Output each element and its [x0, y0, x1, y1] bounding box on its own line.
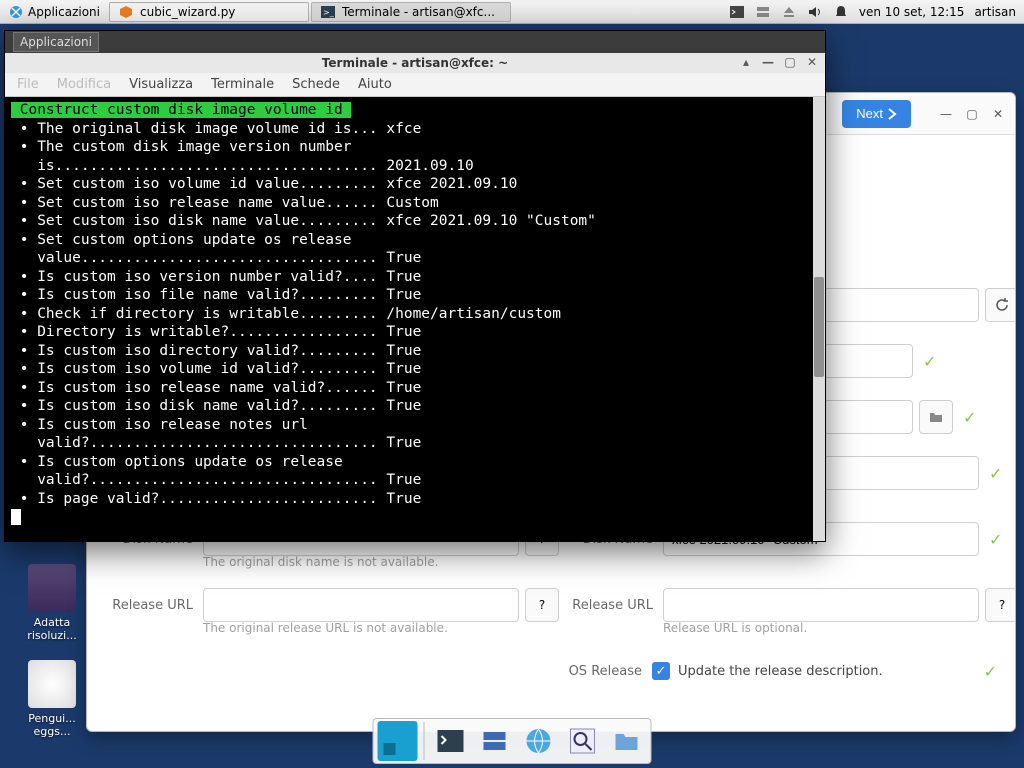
check-icon: ✓: [984, 662, 997, 681]
check-icon: ✓: [923, 352, 936, 371]
check-icon: ✓: [989, 464, 1002, 483]
desktop-icon-penguin[interactable]: Pengui... eggs...: [12, 660, 92, 738]
dock-files[interactable]: [475, 721, 515, 761]
terminal-window: Applicazioni Terminale - artisan@xfce: ~…: [4, 30, 826, 542]
minimize-button[interactable]: —: [939, 107, 953, 121]
taskbar-item-terminal[interactable]: >_ Terminale - artisan@xfc...: [311, 2, 511, 22]
scrollbar-thumb[interactable]: [814, 277, 824, 377]
tray-terminal-icon[interactable]: [729, 4, 745, 20]
refresh-button[interactable]: [985, 288, 1015, 322]
menu-aiuto[interactable]: Aiuto: [358, 77, 392, 92]
terminal-app-icon: [436, 726, 466, 756]
terminal-scrollbar[interactable]: [813, 97, 825, 541]
menu-schede[interactable]: Schede: [292, 77, 340, 92]
user-label[interactable]: artisan: [974, 5, 1016, 19]
os-release-label: OS Release: [554, 664, 644, 679]
taskbar-item-cubic[interactable]: cubic_wizard.py: [109, 2, 309, 22]
browse-button[interactable]: [919, 400, 953, 434]
close-button[interactable]: ✕: [805, 55, 819, 69]
applications-menu-button[interactable]: Applicazioni: [0, 0, 108, 23]
terminal-menubar: File Modifica Visualizza Terminale Sched…: [5, 73, 825, 97]
penguin-eggs-icon: [28, 660, 76, 708]
desktop-icon-adatta[interactable]: Adatta risoluzi...: [12, 564, 92, 642]
terminal-content[interactable]: Construct custom disk image volume id • …: [5, 97, 825, 541]
next-button[interactable]: Next: [842, 100, 911, 128]
minimize-button[interactable]: —: [761, 55, 775, 69]
xfce-logo-icon: [8, 4, 24, 20]
menu-visualizza[interactable]: Visualizza: [129, 77, 193, 92]
disk-name-hint: The original disk name is not available.: [203, 555, 559, 569]
dock: [373, 718, 652, 764]
info-button[interactable]: ?: [985, 588, 1015, 622]
dock-search[interactable]: [563, 721, 603, 761]
folder-icon: [612, 726, 642, 756]
show-desktop-icon: [382, 725, 414, 757]
applications-menu-label: Applicazioni: [28, 5, 100, 19]
release-url-hint-left: The original release URL is not availabl…: [203, 621, 559, 635]
dock-folder[interactable]: [607, 721, 647, 761]
tray-mount-icon[interactable]: [781, 4, 797, 20]
os-release-checkbox[interactable]: ✓: [652, 662, 670, 680]
terminal-dark-bar: Applicazioni: [5, 31, 825, 53]
check-icon: ✓: [963, 408, 976, 427]
cubic-app-icon: [118, 4, 134, 20]
shade-button[interactable]: ▴: [739, 55, 753, 69]
files-icon: [480, 726, 510, 756]
release-url-field-right[interactable]: [663, 588, 979, 622]
clock[interactable]: ven 10 set, 12:15: [859, 5, 965, 19]
notification-icon[interactable]: [833, 4, 849, 20]
maximize-button[interactable]: ▢: [783, 55, 797, 69]
release-url-label-left: Release URL: [105, 598, 195, 613]
close-button[interactable]: ✕: [991, 107, 1005, 121]
info-button[interactable]: ?: [525, 588, 559, 622]
release-url-field-left[interactable]: [203, 588, 519, 622]
tray-storage-icon[interactable]: [755, 4, 771, 20]
chevron-right-icon: [887, 108, 897, 120]
refresh-icon: [994, 297, 1010, 313]
globe-icon: [524, 726, 554, 756]
display-icon: [28, 564, 76, 612]
maximize-button[interactable]: ▢: [965, 107, 979, 121]
dock-browser[interactable]: [519, 721, 559, 761]
applications-menu-inwin[interactable]: Applicazioni: [13, 32, 99, 52]
os-release-text: Update the release description.: [678, 664, 883, 679]
terminal-app-icon: >_: [320, 4, 336, 20]
release-url-hint-right: Release URL is optional.: [663, 621, 1015, 635]
terminal-titlebar[interactable]: Terminale - artisan@xfce: ~ ▴ — ▢ ✕: [5, 53, 825, 73]
search-icon: [568, 726, 598, 756]
system-tray: ven 10 set, 12:15 artisan: [721, 4, 1024, 20]
check-icon: ✓: [989, 530, 1002, 549]
dock-terminal[interactable]: [431, 721, 471, 761]
top-panel: Applicazioni cubic_wizard.py >_ Terminal…: [0, 0, 1024, 24]
menu-modifica-disabled: Modifica: [57, 77, 111, 92]
folder-icon: [928, 409, 944, 425]
menu-terminale[interactable]: Terminale: [211, 77, 274, 92]
svg-text:>_: >_: [323, 8, 335, 17]
volume-icon[interactable]: [807, 4, 823, 20]
release-url-label-right: Release URL: [565, 598, 655, 613]
dock-show-desktop[interactable]: [378, 721, 418, 761]
menu-file-disabled: File: [17, 77, 39, 92]
cubic-window-controls: — ▢ ✕: [939, 107, 1005, 121]
